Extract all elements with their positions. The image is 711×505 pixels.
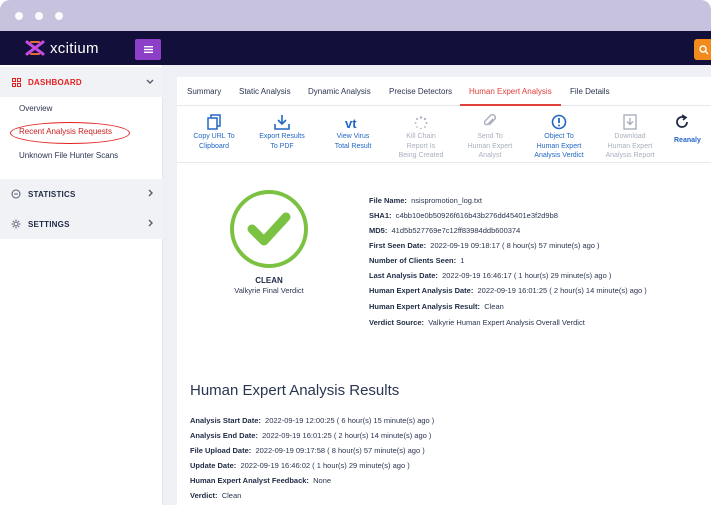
chevron-right-icon (148, 219, 154, 229)
active-tab-indicator (460, 104, 561, 106)
reanalyze-label: Reanaly (674, 137, 701, 144)
copy-icon (179, 111, 249, 130)
result-analyst-feedback: Human Expert Analyst Feedback: None (190, 476, 332, 485)
sidebar-item-label: SETTINGS (28, 219, 70, 229)
window-dot (55, 12, 63, 20)
info-first-seen-date: First Seen Date: 2022-09-19 09:18:17 ( 8… (369, 241, 600, 250)
paperclip-icon (455, 111, 525, 130)
sidebar-subitem-overview[interactable]: Overview (19, 104, 52, 113)
chevron-down-icon (146, 77, 154, 87)
results-section-title: Human Expert Analysis Results (190, 382, 400, 399)
verdict-status: CLEAN (255, 276, 283, 285)
download-report-label: Download Human Expert Analysis Report (605, 133, 655, 159)
svg-text:vt: vt (345, 116, 357, 130)
info-human-expert-analysis-date: Human Expert Analysis Date: 2022-09-19 1… (369, 286, 647, 295)
brand-name: xcitium (50, 39, 99, 57)
info-md5: MD5: 41d5b527769e7c12ff83984ddb600374 (369, 226, 521, 235)
window-chrome (0, 0, 711, 31)
main-panel: Summary Static Analysis Dynamic Analysis… (177, 77, 711, 505)
download-report-button[interactable]: Download Human Expert Analysis Report (595, 111, 665, 161)
reanalyze-button[interactable]: Reanaly (664, 111, 711, 146)
chevron-right-icon (148, 189, 154, 199)
loading-icon (386, 111, 456, 130)
sidebar-item-dashboard[interactable]: DASHBOARD (0, 67, 163, 97)
export-pdf-button[interactable]: Export Results To PDF (247, 111, 317, 151)
info-clients-seen: Number of Clients Seen: 1 (369, 256, 465, 265)
tab-static-analysis[interactable]: Static Analysis (239, 87, 291, 96)
info-verdict-source: Verdict Source: Valkyrie Human Expert An… (369, 318, 585, 327)
statistics-circle-icon (11, 189, 21, 199)
verdict-badge (230, 190, 308, 268)
alert-circle-icon (524, 111, 594, 130)
tab-precise-detectors[interactable]: Precise Detectors (389, 87, 452, 96)
result-analysis-start-date: Analysis Start Date: 2022-09-19 12:00:25… (190, 416, 435, 425)
tab-dynamic-analysis[interactable]: Dynamic Analysis (308, 87, 371, 96)
download-report-icon (595, 111, 665, 130)
copy-url-label: Copy URL To Clipboard (193, 133, 235, 150)
kill-chain-report-button[interactable]: Kill Chain Report Is Being Created (386, 111, 456, 161)
info-last-analysis-date: Last Analysis Date: 2022-09-19 16:46:17 … (369, 271, 612, 280)
sidebar-item-label: DASHBOARD (28, 77, 82, 87)
result-analysis-end-date: Analysis End Date: 2022-09-19 16:01:25 (… (190, 431, 432, 440)
action-toolbar: Copy URL To Clipboard Export Results To PD… (177, 107, 711, 163)
tab-file-details[interactable]: File Details (570, 87, 610, 96)
dashboard-grid-icon (11, 77, 21, 87)
top-navigation-bar: xcitium (0, 31, 711, 65)
search-icon (699, 44, 709, 54)
result-file-upload-date: File Upload Date: 2022-09-19 09:17:58 ( … (190, 446, 425, 455)
copy-url-button[interactable]: Copy URL To Clipboard (179, 111, 249, 151)
info-file-name: File Name: nsispromotion_log.txt (369, 196, 482, 205)
object-to-verdict-label: Object To Human Expert Analysis Verdict (534, 133, 584, 159)
hamburger-icon (143, 46, 153, 53)
object-to-verdict-button[interactable]: Object To Human Expert Analysis Verdict (524, 111, 594, 161)
search-button[interactable] (694, 39, 711, 60)
export-pdf-label: Export Results To PDF (259, 133, 305, 150)
tab-summary[interactable]: Summary (187, 87, 221, 96)
brand-logo[interactable]: xcitium (25, 39, 99, 57)
window-dot (35, 12, 43, 20)
verdict-subtitle: Valkyrie Final Verdict (234, 286, 304, 295)
highlight-annotation (10, 122, 130, 144)
menu-toggle-button[interactable] (135, 39, 161, 60)
app-window: xcitium DASHBOARD Overview Recent Analys… (0, 0, 711, 505)
download-icon (247, 111, 317, 130)
info-sha1: SHA1: c4bb10e0b50926f616b43b276dd45401e3… (369, 211, 558, 220)
kill-chain-label: Kill Chain Report Is Being Created (398, 133, 444, 159)
info-human-expert-analysis-result: Human Expert Analysis Result: Clean (369, 302, 504, 311)
sidebar-item-statistics[interactable]: STATISTICS (0, 179, 163, 209)
view-virustotal-button[interactable]: vt View Virus Total Result (318, 111, 388, 151)
tab-bar: Summary Static Analysis Dynamic Analysis… (177, 77, 711, 106)
result-verdict: Verdict: Clean (190, 491, 242, 500)
sidebar-item-settings[interactable]: SETTINGS (0, 209, 163, 239)
sidebar-subitem-unknown-file-hunter-scans[interactable]: Unknown File Hunter Scans (19, 151, 118, 160)
send-to-analyst-label: Send To Human Expert Analyst (467, 133, 513, 159)
view-virustotal-label: View Virus Total Result (334, 133, 372, 150)
tab-human-expert-analysis[interactable]: Human Expert Analysis (469, 87, 552, 96)
result-update-date: Update Date: 2022-09-19 16:46:02 ( 1 hou… (190, 461, 410, 470)
settings-gear-icon (11, 219, 21, 229)
reanalyze-icon (674, 111, 711, 130)
xcitium-logo-icon (25, 40, 45, 56)
sidebar-item-label: STATISTICS (28, 189, 76, 199)
send-to-analyst-button[interactable]: Send To Human Expert Analyst (455, 111, 525, 161)
checkmark-icon (247, 212, 291, 246)
window-dot (15, 12, 23, 20)
virustotal-icon: vt (318, 111, 388, 130)
